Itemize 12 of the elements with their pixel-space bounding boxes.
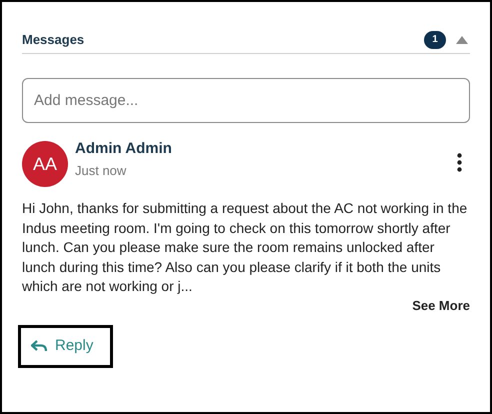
section-title: Messages (22, 30, 84, 49)
message-text: Hi John, thanks for submitting a request about the AC not working in the Indus meeting room. I'm going to check on this tomorrow shortly after lunch. Can you please make sure the room remains unlocked after lunch during this time? Also can you please clarify if it both the units which are not working or j... (22, 199, 468, 296)
more-options-icon[interactable] (457, 153, 462, 172)
message-input-field[interactable]: Add message... (22, 78, 470, 123)
avatar: AA (22, 141, 68, 187)
collapse-caret-icon[interactable] (456, 36, 468, 44)
see-more-link[interactable]: See More (412, 296, 470, 314)
reply-button[interactable]: Reply (18, 324, 113, 368)
message-count-badge: 1 (424, 30, 446, 48)
message-time: Just now (75, 162, 128, 180)
author-name: Admin Admin (75, 139, 173, 159)
reply-arrow-icon (31, 340, 47, 352)
